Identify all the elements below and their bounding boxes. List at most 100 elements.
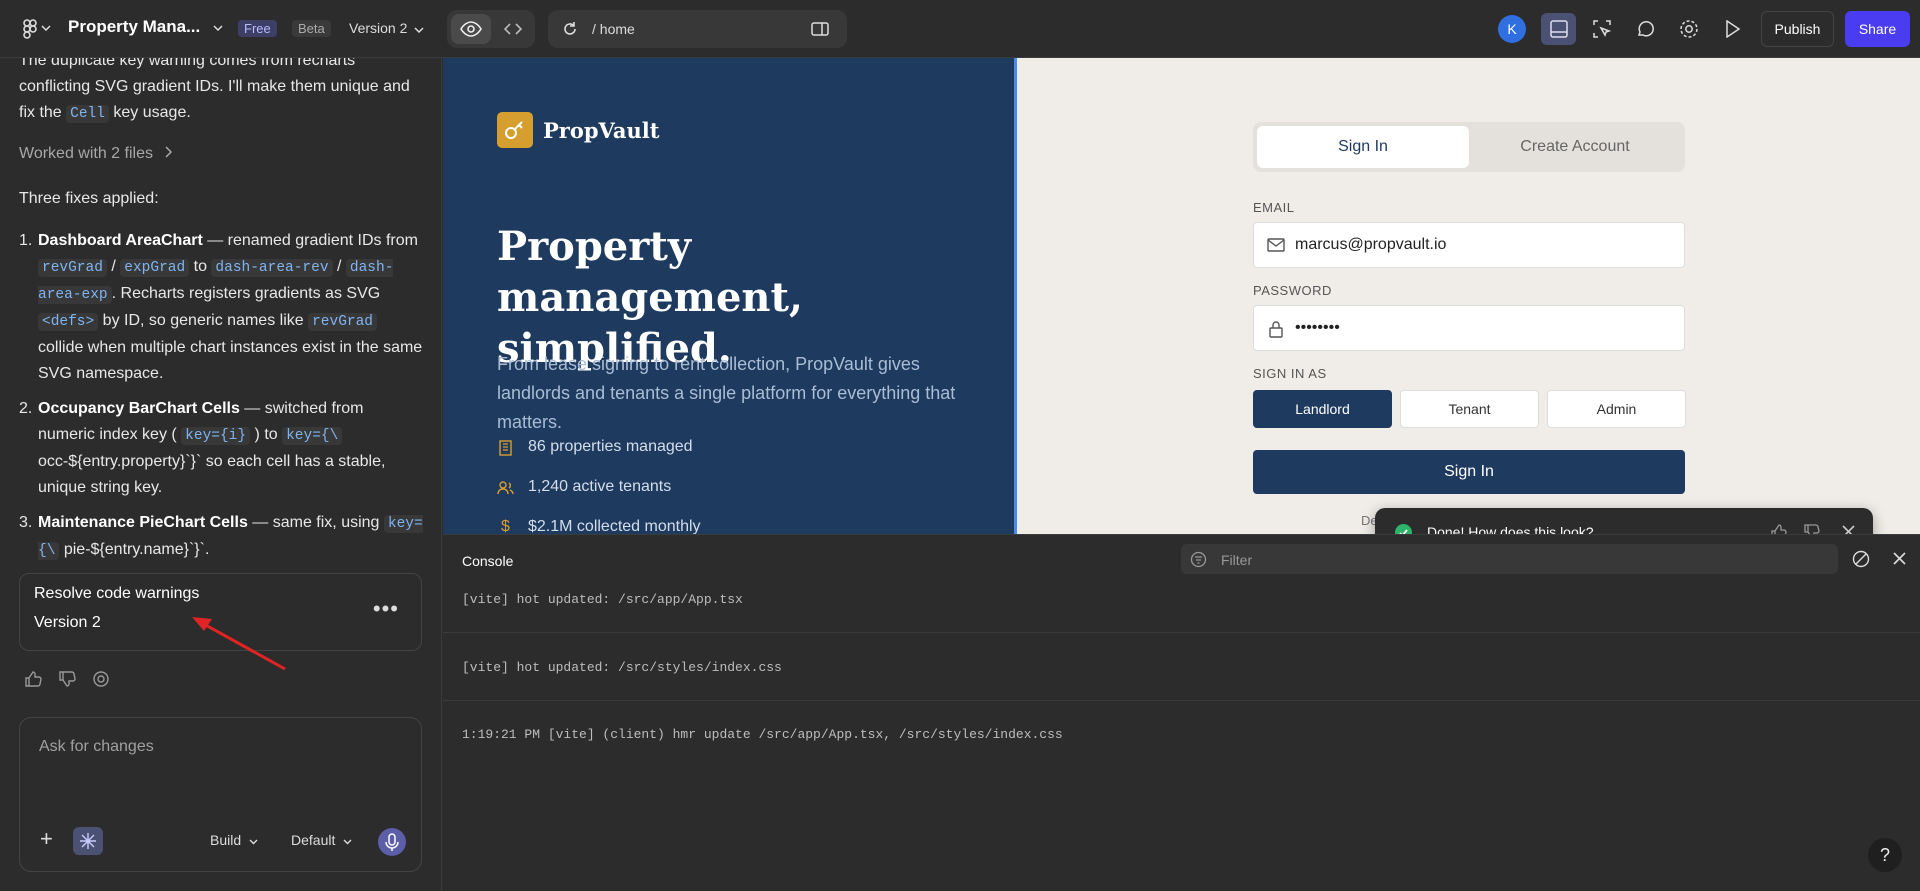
inline-code: dash-area-rev <box>211 259 333 277</box>
fix-text: / <box>106 258 121 275</box>
inline-code: <defs> <box>38 313 99 331</box>
stat-tenants: 1,240 active tenants <box>497 478 671 496</box>
list-item: 3. Maintenance PieChart Cells — same fix,… <box>19 510 424 564</box>
filter-placeholder: Filter <box>1221 552 1253 568</box>
message-feedback <box>24 670 110 693</box>
sign-in-button[interactable]: Sign In <box>1253 450 1685 494</box>
fix-text: occ-${entry.property}`}` so each cell ha… <box>38 453 386 496</box>
clear-console-icon[interactable] <box>1852 550 1870 573</box>
toast-close-icon[interactable] <box>1841 524 1856 534</box>
list-number: 2. <box>19 400 33 417</box>
restore-version-icon[interactable] <box>92 670 110 693</box>
share-button[interactable]: Share <box>1845 11 1910 47</box>
worked-with-files-link[interactable]: Worked with 2 files <box>19 145 173 163</box>
stat-properties: 86 properties managed <box>497 438 693 456</box>
beta-badge: Beta <box>292 20 331 37</box>
list-number: 1. <box>19 232 33 249</box>
fix-text: — same fix, using <box>247 514 384 531</box>
tab-sign-in[interactable]: Sign In <box>1257 126 1469 168</box>
url-path[interactable]: / home <box>592 21 635 37</box>
user-avatar[interactable]: K <box>1498 15 1526 43</box>
model-dropdown[interactable]: Default <box>291 832 352 848</box>
publish-button[interactable]: Publish <box>1761 11 1834 47</box>
fix-text: pie-${entry.name}`}`. <box>59 541 210 558</box>
tab-create-account[interactable]: Create Account <box>1469 126 1681 168</box>
password-value: •••••••• <box>1295 319 1340 336</box>
email-field[interactable]: marcus@propvault.io <box>1253 222 1685 268</box>
thumbs-up-icon[interactable] <box>24 670 42 693</box>
ai-mode-button[interactable] <box>73 827 103 855</box>
open-in-new-window-icon[interactable] <box>810 20 830 38</box>
console-title: Console <box>462 553 514 569</box>
role-landlord-button[interactable]: Landlord <box>1253 390 1392 428</box>
dollar-icon: $ <box>501 518 510 534</box>
list-item: 2. Occupancy BarChart Cells — switched fr… <box>19 396 424 501</box>
free-badge: Free <box>238 20 277 37</box>
project-title[interactable]: Property Mana... <box>68 17 200 37</box>
brand-name: PropVault <box>543 118 660 143</box>
users-icon <box>497 480 514 494</box>
refresh-icon[interactable] <box>560 19 580 39</box>
fix-text: / <box>332 258 346 275</box>
close-console-icon[interactable] <box>1892 551 1907 571</box>
inline-code: expGrad <box>120 259 190 277</box>
figma-logo-icon[interactable] <box>18 18 42 40</box>
list-item: 1. Dashboard AreaChart — renamed gradient… <box>19 228 424 387</box>
red-arrow-annotation <box>192 617 286 671</box>
play-icon[interactable] <box>1721 17 1745 41</box>
microphone-button[interactable] <box>378 828 406 856</box>
help-button[interactable]: ? <box>1868 838 1902 872</box>
inline-code: Cell <box>66 105 109 123</box>
stat-label: 86 properties managed <box>528 438 693 455</box>
check-circle-icon <box>1395 524 1412 534</box>
inline-code: key={\ <box>282 427 343 445</box>
toast-thumbs-down-icon[interactable] <box>1803 523 1820 534</box>
inline-code: revGrad <box>308 313 378 331</box>
role-tenant-button[interactable]: Tenant <box>1400 390 1539 428</box>
mode-dropdown[interactable]: Build <box>210 832 258 848</box>
code-icon[interactable] <box>499 19 527 39</box>
email-label: EMAIL <box>1253 200 1295 215</box>
panel-layout-icon <box>1549 20 1569 38</box>
app-preview: PropVault Property management, simplifie… <box>443 58 1920 534</box>
role-admin-button[interactable]: Admin <box>1547 390 1686 428</box>
top-bar: Property Mana... Free Beta Version 2 / h… <box>0 0 1920 58</box>
eye-icon <box>457 19 485 39</box>
building-icon <box>499 439 512 456</box>
assistant-message-intro: The duplicate key warning comes from rec… <box>19 58 429 127</box>
stat-collected: $ $2.1M collected monthly <box>497 518 701 534</box>
settings-gear-icon[interactable] <box>1677 17 1701 41</box>
comment-icon[interactable] <box>1634 17 1658 41</box>
thumbs-down-icon[interactable] <box>58 670 76 693</box>
list-number: 3. <box>19 514 33 531</box>
add-attachment-icon[interactable]: + <box>40 826 53 852</box>
fixes-list: 1. Dashboard AreaChart — renamed gradient… <box>19 228 424 573</box>
project-menu-chevron-icon[interactable] <box>212 22 224 34</box>
toast-thumbs-up-icon[interactable] <box>1770 523 1787 534</box>
fix-title: Occupancy BarChart Cells <box>38 400 240 417</box>
version-label: Version 2 <box>349 20 408 36</box>
password-field[interactable]: •••••••• <box>1253 305 1685 351</box>
stat-label: $2.1M collected monthly <box>528 518 701 534</box>
more-options-icon[interactable]: ••• <box>373 596 399 622</box>
log-divider <box>443 700 1920 701</box>
lock-icon <box>1269 321 1283 338</box>
layout-toggle-button[interactable] <box>1541 13 1576 45</box>
fix-title: Dashboard AreaChart <box>38 232 203 249</box>
fix-title: Maintenance PieChart Cells <box>38 514 248 531</box>
view-toggle <box>447 10 535 48</box>
version-card-subtitle: Version 2 <box>34 614 101 631</box>
console-filter-input[interactable]: Filter <box>1181 544 1838 574</box>
sign-in-as-label: SIGN IN AS <box>1253 366 1327 381</box>
filter-icon <box>1190 551 1207 568</box>
chevron-down-icon[interactable] <box>40 22 52 34</box>
auth-tabs: Sign In Create Account <box>1253 122 1685 172</box>
chat-input[interactable]: Ask for changes + Build Default <box>19 717 422 872</box>
fix-text: . Recharts registers gradients as SVG <box>111 285 381 302</box>
inspect-select-icon[interactable] <box>1590 17 1614 41</box>
toast-message: Done! How does this look? <box>1427 524 1594 534</box>
version-card-title: Resolve code warnings <box>34 585 200 602</box>
console-log-line: [vite] hot updated: /src/app/App.tsx <box>462 592 743 607</box>
version-selector[interactable]: Version 2 <box>349 20 424 36</box>
chat-panel: The duplicate key warning comes from rec… <box>0 58 442 891</box>
